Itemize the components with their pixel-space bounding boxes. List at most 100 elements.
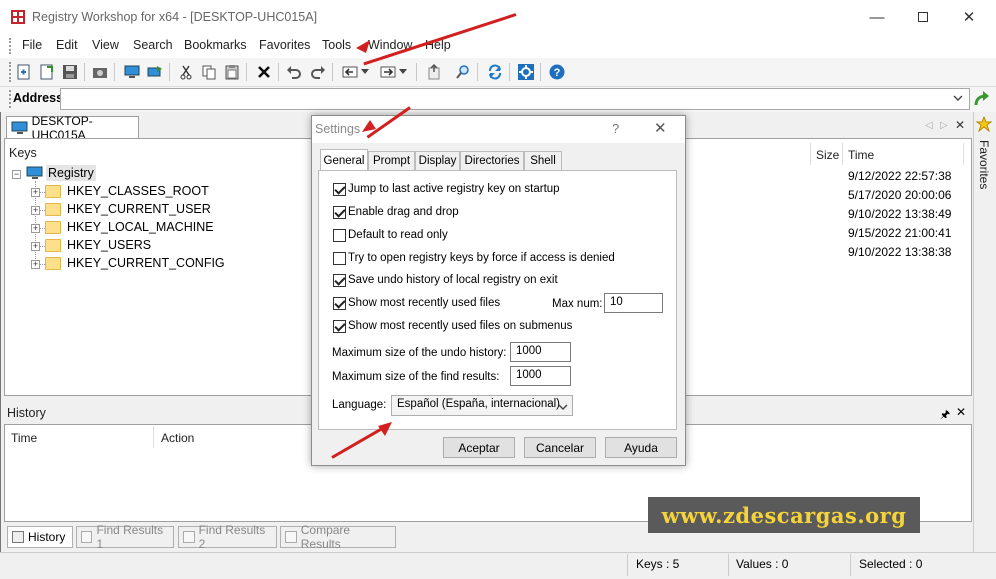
help-icon[interactable]: ? [547,62,567,82]
tab-general[interactable]: General [320,149,368,171]
menu-search[interactable]: Search [133,38,173,52]
bottom-tab-find-2-label: Find Results 2 [198,523,266,551]
address-input[interactable] [60,88,970,110]
drag-drop-checkbox[interactable] [333,206,346,219]
tree-item-hku[interactable]: HKEY_USERS [67,238,151,252]
column-keys[interactable]: Keys [9,146,37,160]
find-icon[interactable] [453,62,473,82]
language-value: Español (España, internacional) [397,398,561,410]
time-cell: 9/12/2022 22:57:38 [848,169,952,183]
recent-files-checkbox[interactable] [333,297,346,310]
recent-submenus-checkbox[interactable] [333,320,346,333]
maximize-icon [918,12,928,22]
bottom-tab-history[interactable]: History [7,526,73,548]
forward-icon[interactable] [378,62,398,82]
history-column-action[interactable]: Action [161,431,194,445]
open-icon[interactable] [37,62,57,82]
registry-expander[interactable]: − [12,170,21,179]
menu-edit[interactable]: Edit [56,38,78,52]
save-undo-checkbox[interactable] [333,274,346,287]
accept-button[interactable]: Aceptar [443,437,515,458]
toolbar-separator [84,63,85,81]
menu-bookmarks[interactable]: Bookmarks [184,38,247,52]
tree-expander[interactable]: + [31,260,40,269]
language-select[interactable]: Español (España, internacional) [391,395,573,416]
refresh-icon[interactable] [485,62,505,82]
close-button[interactable]: ✕ [946,0,992,34]
column-divider [842,143,843,165]
settings-help-button[interactable]: ? [612,121,619,136]
snapshot-icon[interactable] [90,62,110,82]
tree-registry[interactable]: Registry [46,165,96,181]
remote-computer-icon[interactable] [145,62,165,82]
bottom-tab-compare[interactable]: Compare Results [280,523,396,551]
save-icon[interactable] [60,62,80,82]
history-close-icon[interactable]: ✕ [956,405,966,419]
tab-desktop[interactable]: DESKTOP-UHC015A [6,114,139,142]
toolbar-separator [540,63,541,81]
computer-icon[interactable] [122,62,142,82]
help-button[interactable]: Ayuda [605,437,677,458]
undo-size-label: Maximum size of the undo history: [332,347,507,359]
toolbar-grip [9,62,11,82]
minimize-button[interactable]: — [854,0,900,34]
back-icon[interactable] [340,62,360,82]
read-only-checkbox[interactable] [333,229,346,242]
copy-icon[interactable] [199,62,219,82]
folder-icon [45,239,61,252]
tree-item-hkcr[interactable]: HKEY_CLASSES_ROOT [67,184,209,198]
undo-icon[interactable] [284,62,304,82]
tab-directories[interactable]: Directories [460,151,524,170]
tree-expander[interactable]: + [31,224,40,233]
status-separator [627,554,628,576]
tab-close-icon[interactable]: ✕ [955,118,965,132]
cut-icon[interactable] [176,62,196,82]
maximize-button[interactable] [900,0,946,34]
delete-icon[interactable] [254,62,274,82]
address-label: Address [13,91,64,105]
tree-item-hkcu[interactable]: HKEY_CURRENT_USER [67,202,211,216]
toolbar-separator [246,63,247,81]
redo-icon[interactable] [308,62,328,82]
column-size[interactable]: Size [816,148,839,162]
bottom-tab-find-2[interactable]: Find Results 2 [178,523,277,551]
forward-dropdown-icon[interactable] [397,62,409,82]
tab-scroll-right-icon[interactable]: ▷ [940,120,948,131]
tab-shell[interactable]: Shell [524,151,562,170]
history-column-time[interactable]: Time [11,431,37,445]
pin-icon[interactable]: 🖈 [940,406,950,425]
go-arrow-icon[interactable] [973,90,991,111]
settings-close-icon[interactable]: ✕ [654,119,667,137]
parent-key-icon[interactable] [424,62,444,82]
open-by-force-checkbox[interactable] [333,252,346,265]
star-icon [975,115,993,135]
tab-display[interactable]: Display [415,151,460,170]
folder-icon [45,221,61,234]
column-time[interactable]: Time [848,148,874,162]
cancel-button[interactable]: Cancelar [524,437,596,458]
language-label: Language: [332,399,387,411]
tree-expander[interactable]: + [31,188,40,197]
menu-file[interactable]: File [22,38,42,52]
new-icon[interactable] [14,62,34,82]
find-size-input[interactable]: 1000 [510,366,571,386]
menu-view[interactable]: View [92,38,119,52]
menu-favorites[interactable]: Favorites [259,38,310,52]
bottom-tab-find-1[interactable]: Find Results 1 [76,523,174,551]
paste-icon[interactable] [222,62,242,82]
menu-tools[interactable]: Tools [322,38,351,52]
favorites-tab[interactable]: Favorites [977,140,991,189]
computer-icon [11,121,28,134]
max-num-input[interactable]: 10 [604,293,663,313]
undo-size-input[interactable]: 1000 [510,342,571,362]
jump-last-key-checkbox[interactable] [333,183,346,196]
time-cell: 9/15/2022 21:00:41 [848,226,952,240]
settings-gear-icon[interactable] [516,62,536,82]
tree-item-hkcc[interactable]: HKEY_CURRENT_CONFIG [67,256,225,270]
tree-item-hklm[interactable]: HKEY_LOCAL_MACHINE [67,220,214,234]
tab-scroll-left-icon[interactable]: ◁ [925,120,933,131]
tree-expander[interactable]: + [31,206,40,215]
address-dropdown-icon[interactable] [952,92,964,107]
tab-prompt[interactable]: Prompt [368,151,415,170]
tree-expander[interactable]: + [31,242,40,251]
